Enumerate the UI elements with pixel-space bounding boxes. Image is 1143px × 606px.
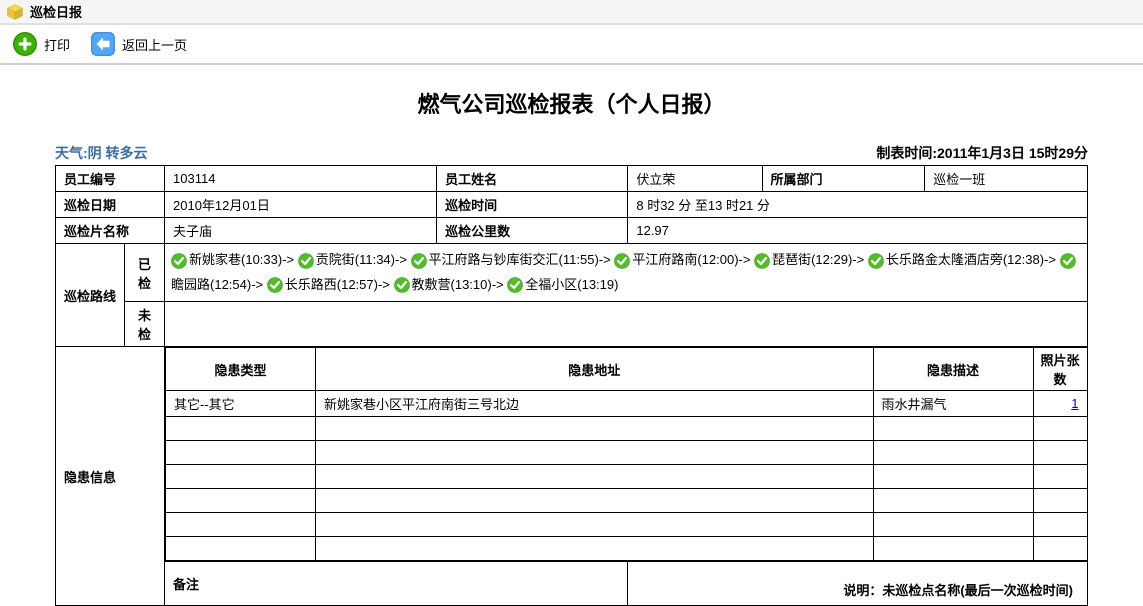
- back-label: 返回上一页: [122, 35, 187, 54]
- label-emp-no: 员工编号: [56, 166, 165, 192]
- check-icon: [1060, 253, 1076, 269]
- col-hazard-addr: 隐患地址: [316, 348, 873, 391]
- label-hazard-info: 隐患信息: [56, 347, 165, 606]
- route-point: 长乐路金太隆酒店旁(12:38): [886, 252, 1044, 267]
- check-icon: [754, 253, 770, 269]
- check-icon: [171, 253, 187, 269]
- toolbar: 打印 返回上一页: [0, 25, 1143, 65]
- hazard-type-cell: 其它--其它: [166, 391, 316, 417]
- route-checked-cell: 新姚家巷(10:33)-> 贡院街(11:34)-> 平江府路与钞库街交汇(11…: [165, 244, 1088, 302]
- hazard-table: 隐患类型 隐患地址 隐患描述 照片张数 其它--其它新姚家巷小区平江府南街三号北…: [165, 347, 1087, 561]
- hazard-desc-cell: 雨水井漏气: [873, 391, 1033, 417]
- table-row: [166, 441, 1087, 465]
- label-checked: 已检: [125, 244, 165, 302]
- cube-icon: [6, 3, 24, 21]
- value-patrol-time: 8 时32 分 至13 时21 分: [628, 192, 1088, 218]
- route-point: 平江府路南(12:00): [632, 252, 738, 267]
- check-icon: [507, 277, 523, 293]
- print-button[interactable]: 打印: [12, 31, 70, 57]
- label-route: 巡检路线: [56, 244, 125, 347]
- route-point: 瞻园路(12:54): [171, 277, 251, 292]
- header-bar: 巡检日报: [0, 0, 1143, 25]
- check-icon: [394, 277, 410, 293]
- table-row: [166, 489, 1087, 513]
- meta-row: 天气:阴 转多云 制表时间:2011年1月3日 15时29分: [55, 143, 1088, 163]
- value-emp-no: 103114: [165, 166, 437, 192]
- route-point: 教敷营(13:10): [412, 277, 492, 292]
- check-icon: [298, 253, 314, 269]
- table-row: [166, 537, 1087, 561]
- label-remark: 备注: [165, 562, 628, 606]
- hazard-addr-cell: 新姚家巷小区平江府南街三号北边: [316, 391, 873, 417]
- route-point: 贡院街(11:34): [316, 252, 395, 267]
- route-unchecked-cell: [165, 302, 1088, 347]
- label-patrol-date: 巡检日期: [56, 192, 165, 218]
- report-title: 燃气公司巡检报表（个人日报）: [55, 87, 1088, 119]
- route-point: 新姚家巷(10:33): [189, 252, 282, 267]
- table-row: [166, 465, 1087, 489]
- report-table: 员工编号 103114 员工姓名 伏立荣 所属部门 巡检一班 巡检日期 2010…: [55, 165, 1088, 606]
- photo-count-link[interactable]: 1: [1033, 391, 1087, 417]
- col-photo-count: 照片张数: [1033, 348, 1087, 391]
- print-icon: [12, 31, 38, 57]
- print-label: 打印: [44, 35, 70, 54]
- col-hazard-type: 隐患类型: [166, 348, 316, 391]
- value-patrol-date: 2010年12月01日: [165, 192, 437, 218]
- label-patrol-time: 巡检时间: [437, 192, 628, 218]
- content-area: 燃气公司巡检报表（个人日报） 天气:阴 转多云 制表时间:2011年1月3日 1…: [0, 65, 1143, 606]
- route-point: 长乐路西(12:57): [285, 277, 378, 292]
- value-remark: 说明：未巡检点名称(最后一次巡检时间): [628, 562, 1088, 606]
- label-mileage: 巡检公里数: [437, 218, 628, 244]
- value-area-name: 夫子庙: [165, 218, 437, 244]
- check-icon: [868, 253, 884, 269]
- table-row: [166, 417, 1087, 441]
- label-area-name: 巡检片名称: [56, 218, 165, 244]
- route-point: 琵琶街(12:29): [772, 252, 852, 267]
- check-icon: [411, 253, 427, 269]
- check-icon: [267, 277, 283, 293]
- weather-text: 天气:阴 转多云: [55, 143, 148, 163]
- label-department: 所属部门: [762, 166, 925, 192]
- value-emp-name: 伏立荣: [628, 166, 762, 192]
- back-icon: [90, 31, 116, 57]
- value-department: 巡检一班: [925, 166, 1088, 192]
- table-row: [166, 513, 1087, 537]
- col-hazard-desc: 隐患描述: [873, 348, 1033, 391]
- back-button[interactable]: 返回上一页: [90, 31, 187, 57]
- footer-note: 说明：未巡检点名称(最后一次巡检时间): [636, 577, 1079, 602]
- label-emp-name: 员工姓名: [437, 166, 628, 192]
- route-point: 平江府路与钞库街交汇(11:55): [429, 252, 599, 267]
- label-unchecked: 未检: [125, 302, 165, 347]
- table-row: 其它--其它新姚家巷小区平江府南街三号北边雨水井漏气1: [166, 391, 1087, 417]
- route-point: 全福小区(13:19): [525, 277, 618, 292]
- value-mileage: 12.97: [628, 218, 1088, 244]
- timestamp-text: 制表时间:2011年1月3日 15时29分: [876, 143, 1088, 163]
- page-title: 巡检日报: [30, 2, 82, 21]
- check-icon: [614, 253, 630, 269]
